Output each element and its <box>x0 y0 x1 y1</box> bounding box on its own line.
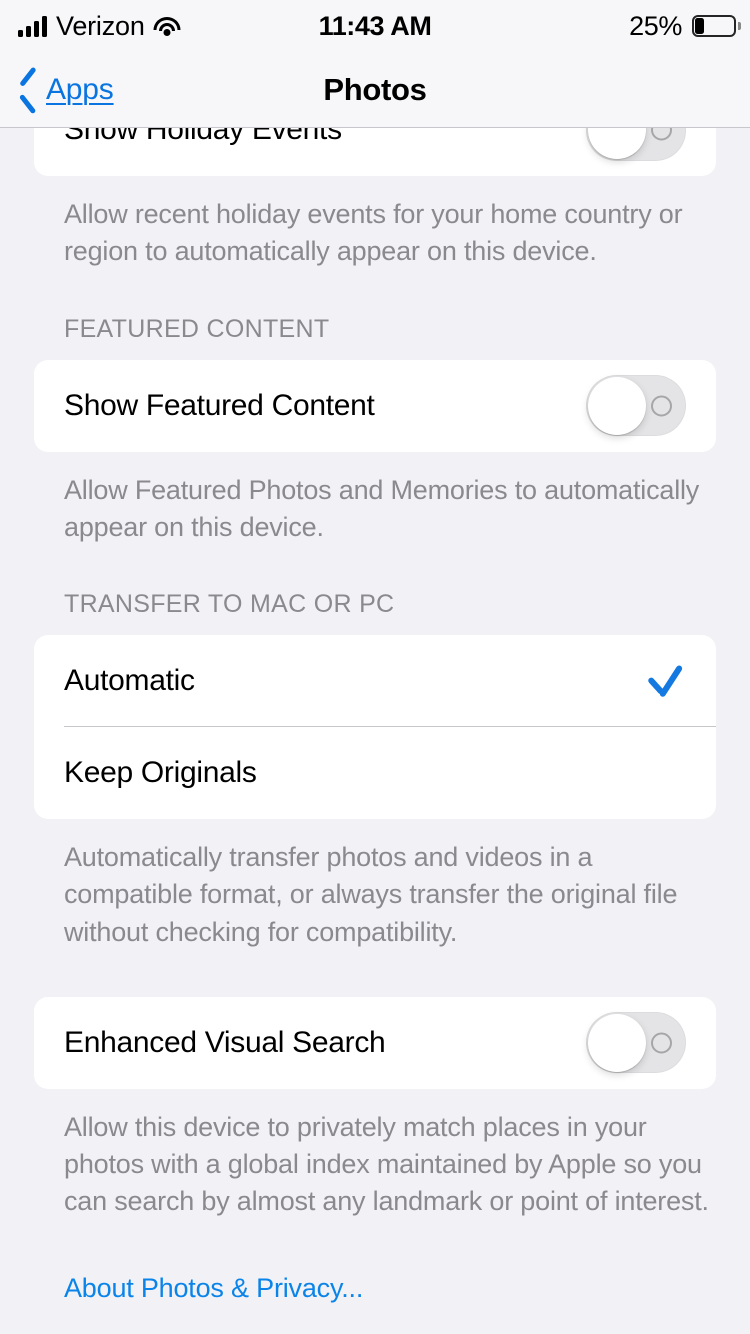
checkmark-icon <box>644 660 686 702</box>
row-label: Keep Originals <box>64 756 257 789</box>
status-bar: Verizon 11:43 AM 25% <box>0 0 750 52</box>
toggle-show-featured-content[interactable] <box>586 375 686 436</box>
footer-enhanced-visual-search: Allow this device to privately match pla… <box>64 1111 709 1217</box>
settings-group-featured-content: Show Featured Content <box>34 359 716 452</box>
about-photos-privacy-link[interactable]: About Photos & Privacy... <box>0 1273 750 1304</box>
row-enhanced-visual-search[interactable]: Enhanced Visual Search <box>34 997 716 1089</box>
clock-label: 11:43 AM <box>318 10 432 41</box>
section-header-transfer: TRANSFER TO MAC OR PC <box>64 590 395 618</box>
row-show-holiday-events[interactable]: Show Holiday Events <box>34 128 716 176</box>
settings-group-transfer: Automatic Keep Originals <box>34 635 716 819</box>
section-header-featured-content: FEATURED CONTENT <box>64 314 330 343</box>
toggle-off-indicator-icon <box>651 1032 672 1054</box>
toggle-off-indicator-icon <box>651 395 672 416</box>
row-label: Enhanced Visual Search <box>64 1025 386 1059</box>
row-show-featured-content[interactable]: Show Featured Content <box>34 360 716 452</box>
settings-scroll-view[interactable]: Show Holiday Events Allow recent holiday… <box>0 128 750 1334</box>
row-label: Show Featured Content <box>64 388 375 422</box>
toggle-show-holiday-events[interactable] <box>586 128 686 161</box>
battery-percent-label: 25% <box>629 10 682 41</box>
settings-group-enhanced-visual-search: Enhanced Visual Search <box>34 996 716 1089</box>
iphone-screen: Verizon 11:43 AM 25% Apps Photos Show Ho… <box>0 0 750 1334</box>
battery-icon <box>692 15 741 37</box>
status-bar-right: 25% <box>629 0 741 52</box>
row-label: Show Holiday Events <box>64 128 342 146</box>
row-keep-originals[interactable]: Keep Originals <box>34 727 716 819</box>
toggle-off-indicator-icon <box>651 128 672 141</box>
row-automatic[interactable]: Automatic <box>34 635 716 727</box>
footer-featured-content: Allow Featured Photos and Memories to au… <box>64 474 700 542</box>
page-title: Photos <box>323 72 427 107</box>
navigation-bar: Apps Photos <box>0 52 750 128</box>
toggle-enhanced-visual-search[interactable] <box>586 1012 686 1074</box>
row-label: Automatic <box>64 664 195 697</box>
settings-group-holiday: Show Holiday Events <box>34 128 716 176</box>
footer-holiday: Allow recent holiday events for your hom… <box>64 199 683 267</box>
footer-transfer: Automatically transfer photos and videos… <box>64 842 678 947</box>
